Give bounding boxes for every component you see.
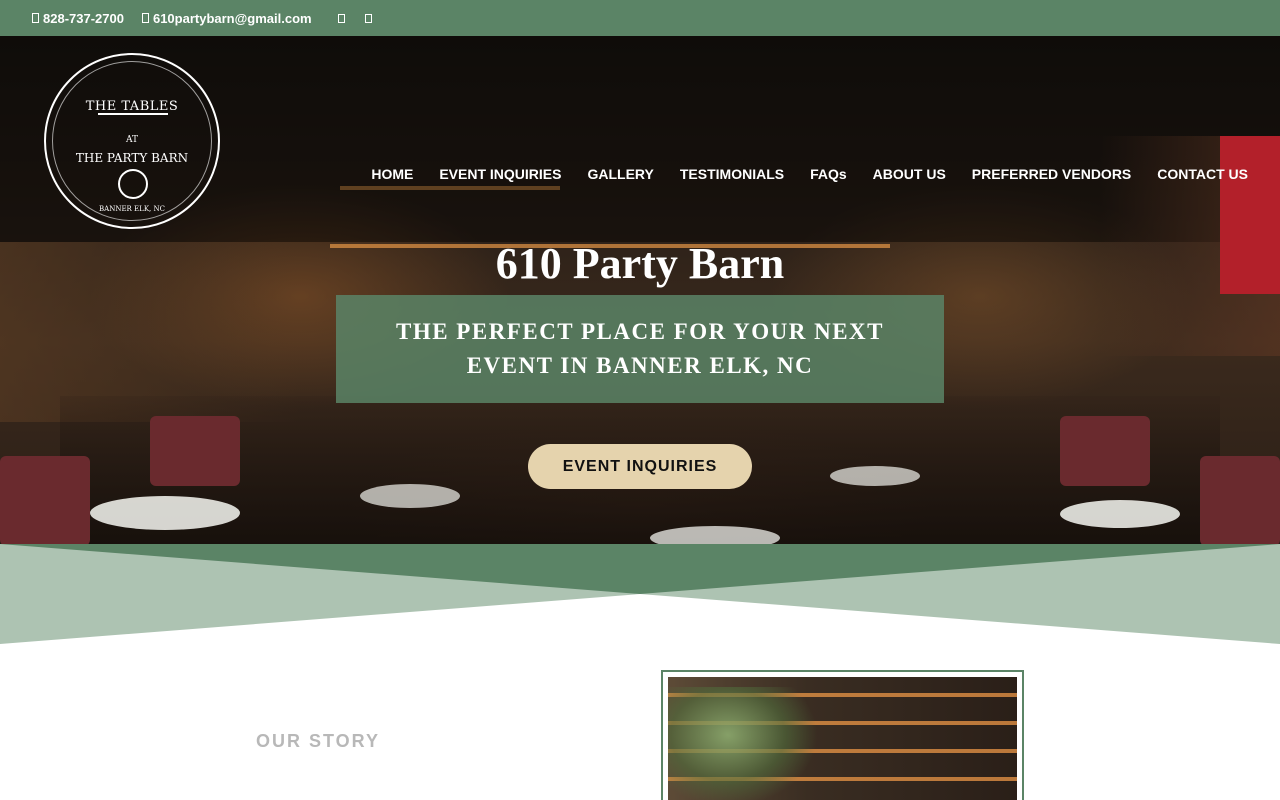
instagram-icon[interactable] (364, 13, 372, 23)
logo-location: BANNER ELK, NC (99, 205, 165, 213)
hero-bg-plate (90, 496, 240, 530)
nav-event-inquiries[interactable]: EVENT INQUIRIES (439, 166, 561, 182)
nav-home[interactable]: HOME (371, 166, 413, 182)
nav-contact-us[interactable]: CONTACT US (1157, 166, 1248, 182)
hero-tagline-box: THE PERFECT PLACE FOR YOUR NEXT EVENT IN… (336, 295, 944, 403)
hero-tagline-line-2: EVENT IN BANNER ELK, NC (466, 353, 814, 378)
hero-bg-plate (1060, 500, 1180, 528)
nav-gallery[interactable]: GALLERY (587, 166, 653, 182)
story-photo-frame (661, 670, 1024, 800)
logo-line-2: AT (125, 135, 138, 145)
event-inquiries-button[interactable]: EVENT INQUIRIES (528, 444, 752, 489)
logo-line-3: THE PARTY BARN (75, 151, 189, 165)
envelope-icon (141, 13, 149, 23)
hero-bg-chair (1200, 456, 1280, 544)
hero-bg-chair (150, 416, 240, 486)
site-logo[interactable]: THE TABLES AT THE PARTY BARN BANNER ELK,… (44, 53, 220, 229)
hero-bg-plate (360, 484, 460, 508)
section-divider (0, 544, 1280, 644)
hero-tagline-line-1: THE PERFECT PLACE FOR YOUR NEXT (395, 319, 884, 344)
hero-section: THE TABLES AT THE PARTY BARN BANNER ELK,… (0, 36, 1280, 544)
facebook-icon[interactable] (337, 13, 345, 23)
story-photo-leaves (668, 687, 818, 800)
nav-preferred-vendors[interactable]: PREFERRED VENDORS (972, 166, 1131, 182)
hero-bg-chair (0, 456, 90, 544)
hero-bg-chair (1060, 416, 1150, 486)
email-link[interactable]: 610partybarn@gmail.com (141, 10, 312, 26)
hero-bg-shelf (340, 186, 560, 190)
email-address: 610partybarn@gmail.com (152, 10, 312, 26)
nav-testimonials[interactable]: TESTIMONIALS (680, 166, 784, 182)
hero-title: 610 Party Barn (495, 239, 785, 288)
phone-number: 828-737-2700 (43, 10, 124, 26)
nav-about-us[interactable]: ABOUT US (873, 166, 946, 182)
phone-link[interactable]: 828-737-2700 (32, 11, 124, 26)
logo-line-1: THE TABLES (85, 99, 179, 114)
plate-icon (118, 169, 148, 199)
hero-bg-plate (830, 466, 920, 486)
hero-bg-plate (650, 526, 780, 544)
nav-faqs[interactable]: FAQs (810, 166, 847, 182)
top-contact-bar: 828-737-2700 610partybarn@gmail.com (0, 0, 1280, 36)
phone-icon (32, 13, 39, 23)
our-story-heading: OUR STORY (256, 731, 381, 751)
barn-roof-icon (98, 113, 168, 133)
story-photo (668, 677, 1017, 800)
main-nav: HOME EVENT INQUIRIES GALLERY TESTIMONIAL… (345, 166, 1248, 182)
